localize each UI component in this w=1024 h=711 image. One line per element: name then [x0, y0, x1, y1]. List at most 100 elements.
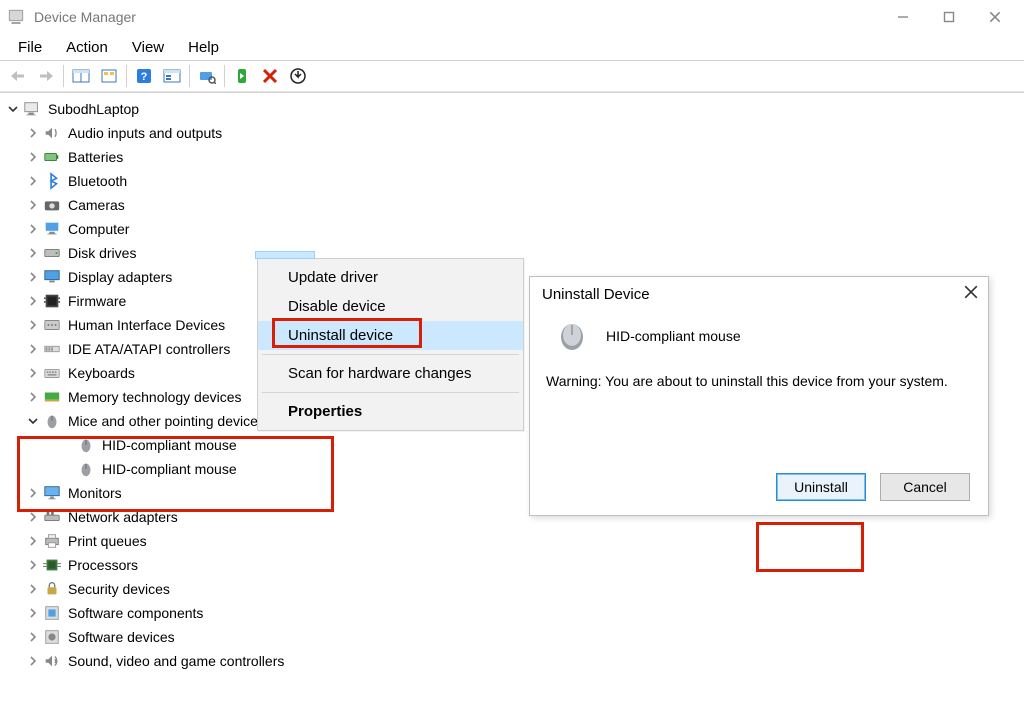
menu-file[interactable]: File	[6, 37, 54, 58]
toolbar-disable-button[interactable]	[256, 63, 284, 89]
minimize-button[interactable]	[880, 3, 926, 31]
chevron-right-icon[interactable]	[26, 318, 40, 332]
nav-back-button[interactable]	[4, 63, 32, 89]
menu-action[interactable]: Action	[54, 37, 120, 58]
chevron-right-icon[interactable]	[26, 246, 40, 260]
dialog-cancel-button[interactable]: Cancel	[880, 473, 970, 501]
toolbar-scan-button[interactable]	[193, 63, 221, 89]
ctx-scan-hardware[interactable]: Scan for hardware changes	[258, 359, 523, 388]
tree-device-label: HID-compliant mouse	[102, 457, 237, 481]
hid-icon	[42, 315, 62, 335]
dialog-titlebar: Uninstall Device	[530, 277, 988, 311]
tree-category-label: Monitors	[68, 481, 122, 505]
tree-category-label: IDE ATA/ATAPI controllers	[68, 337, 230, 361]
ide-icon	[42, 339, 62, 359]
tree-category[interactable]: Software components	[0, 601, 1024, 625]
tree-category[interactable]: Processors	[0, 553, 1024, 577]
tree-device-label: HID-compliant mouse	[102, 433, 237, 457]
tree-category[interactable]: Cameras	[0, 193, 1024, 217]
context-menu-anchor	[255, 251, 315, 259]
titlebar: Device Manager	[0, 0, 1024, 34]
tree-category-label: Computer	[68, 217, 129, 241]
chevron-right-icon[interactable]	[26, 174, 40, 188]
chevron-right-icon[interactable]	[26, 654, 40, 668]
chevron-right-icon[interactable]	[26, 582, 40, 596]
menu-view[interactable]: View	[120, 37, 176, 58]
chevron-right-icon[interactable]	[26, 390, 40, 404]
uninstall-dialog: Uninstall Device HID-compliant mouse War…	[529, 276, 989, 516]
ctx-disable-device[interactable]: Disable device	[258, 292, 523, 321]
printer-icon	[42, 531, 62, 551]
ctx-update-driver[interactable]: Update driver	[258, 263, 523, 292]
tree-category-label: Software components	[68, 601, 203, 625]
toolbar-update-button[interactable]	[284, 63, 312, 89]
tree-category[interactable]: Sound, video and game controllers	[0, 649, 1024, 673]
chevron-down-icon[interactable]	[6, 102, 20, 116]
tree-category-label: Sound, video and game controllers	[68, 649, 284, 673]
dialog-title: Uninstall Device	[542, 286, 650, 303]
chevron-right-icon[interactable]	[26, 630, 40, 644]
ctx-separator	[262, 354, 519, 355]
ctx-properties[interactable]: Properties	[258, 397, 523, 426]
chevron-right-icon[interactable]	[26, 294, 40, 308]
tree-root[interactable]: SubodhLaptop	[0, 97, 1024, 121]
context-menu: Update driver Disable device Uninstall d…	[257, 258, 524, 431]
ctx-separator	[262, 392, 519, 393]
app-title: Device Manager	[34, 9, 136, 25]
toolbar-help-button[interactable]: ?	[130, 63, 158, 89]
chevron-right-icon[interactable]	[26, 558, 40, 572]
chevron-right-icon[interactable]	[26, 366, 40, 380]
toolbar-view-button[interactable]	[158, 63, 186, 89]
tree-category-label: Cameras	[68, 193, 125, 217]
chevron-right-icon[interactable]	[26, 606, 40, 620]
cpu-icon	[42, 555, 62, 575]
close-button[interactable]	[972, 3, 1018, 31]
tree-category[interactable]: Computer	[0, 217, 1024, 241]
chevron-right-icon[interactable]	[26, 126, 40, 140]
dialog-uninstall-button[interactable]: Uninstall	[776, 473, 866, 501]
menu-help[interactable]: Help	[176, 37, 231, 58]
chevron-right-icon[interactable]	[26, 486, 40, 500]
tree-category-label: Processors	[68, 553, 138, 577]
chevron-down-icon[interactable]	[26, 414, 40, 428]
memory-icon	[42, 387, 62, 407]
mouse-icon	[552, 321, 592, 351]
chevron-right-icon[interactable]	[26, 270, 40, 284]
tree-category[interactable]: Bluetooth	[0, 169, 1024, 193]
chevron-right-icon[interactable]	[26, 198, 40, 212]
chevron-right-icon[interactable]	[26, 510, 40, 524]
chevron-right-icon[interactable]	[26, 342, 40, 356]
camera-icon	[42, 195, 62, 215]
nav-forward-button[interactable]	[32, 63, 60, 89]
chevron-right-icon[interactable]	[26, 534, 40, 548]
dialog-device-name: HID-compliant mouse	[606, 328, 741, 344]
tree-category[interactable]: Print queues	[0, 529, 1024, 553]
tree-category[interactable]: Audio inputs and outputs	[0, 121, 1024, 145]
tree-category[interactable]: Batteries	[0, 145, 1024, 169]
tree-category-label: Human Interface Devices	[68, 313, 225, 337]
tree-category-label: Security devices	[68, 577, 170, 601]
toolbar-enable-button[interactable]	[228, 63, 256, 89]
tree-category-label: Print queues	[68, 529, 147, 553]
toolbar-action-button[interactable]	[95, 63, 123, 89]
computer-icon	[42, 219, 62, 239]
ctx-uninstall-device[interactable]: Uninstall device	[258, 321, 523, 350]
tree-category[interactable]: Security devices	[0, 577, 1024, 601]
maximize-button[interactable]	[926, 3, 972, 31]
monitor-icon	[42, 483, 62, 503]
toolbar-show-hidden-button[interactable]	[67, 63, 95, 89]
chevron-right-icon[interactable]	[26, 150, 40, 164]
spacer	[60, 462, 74, 476]
tree-category-label: Disk drives	[68, 241, 136, 265]
battery-icon	[42, 147, 62, 167]
dialog-close-button[interactable]	[964, 285, 978, 303]
dialog-warning-text: Warning: You are about to uninstall this…	[546, 369, 972, 473]
tree-category-label: Network adapters	[68, 505, 178, 529]
security-icon	[42, 579, 62, 599]
tree-root-label: SubodhLaptop	[48, 97, 139, 121]
tree-category[interactable]: Software devices	[0, 625, 1024, 649]
chevron-right-icon[interactable]	[26, 222, 40, 236]
tree-category-label: Keyboards	[68, 361, 135, 385]
tree-category-label: Bluetooth	[68, 169, 127, 193]
mouse-icon	[76, 459, 96, 479]
